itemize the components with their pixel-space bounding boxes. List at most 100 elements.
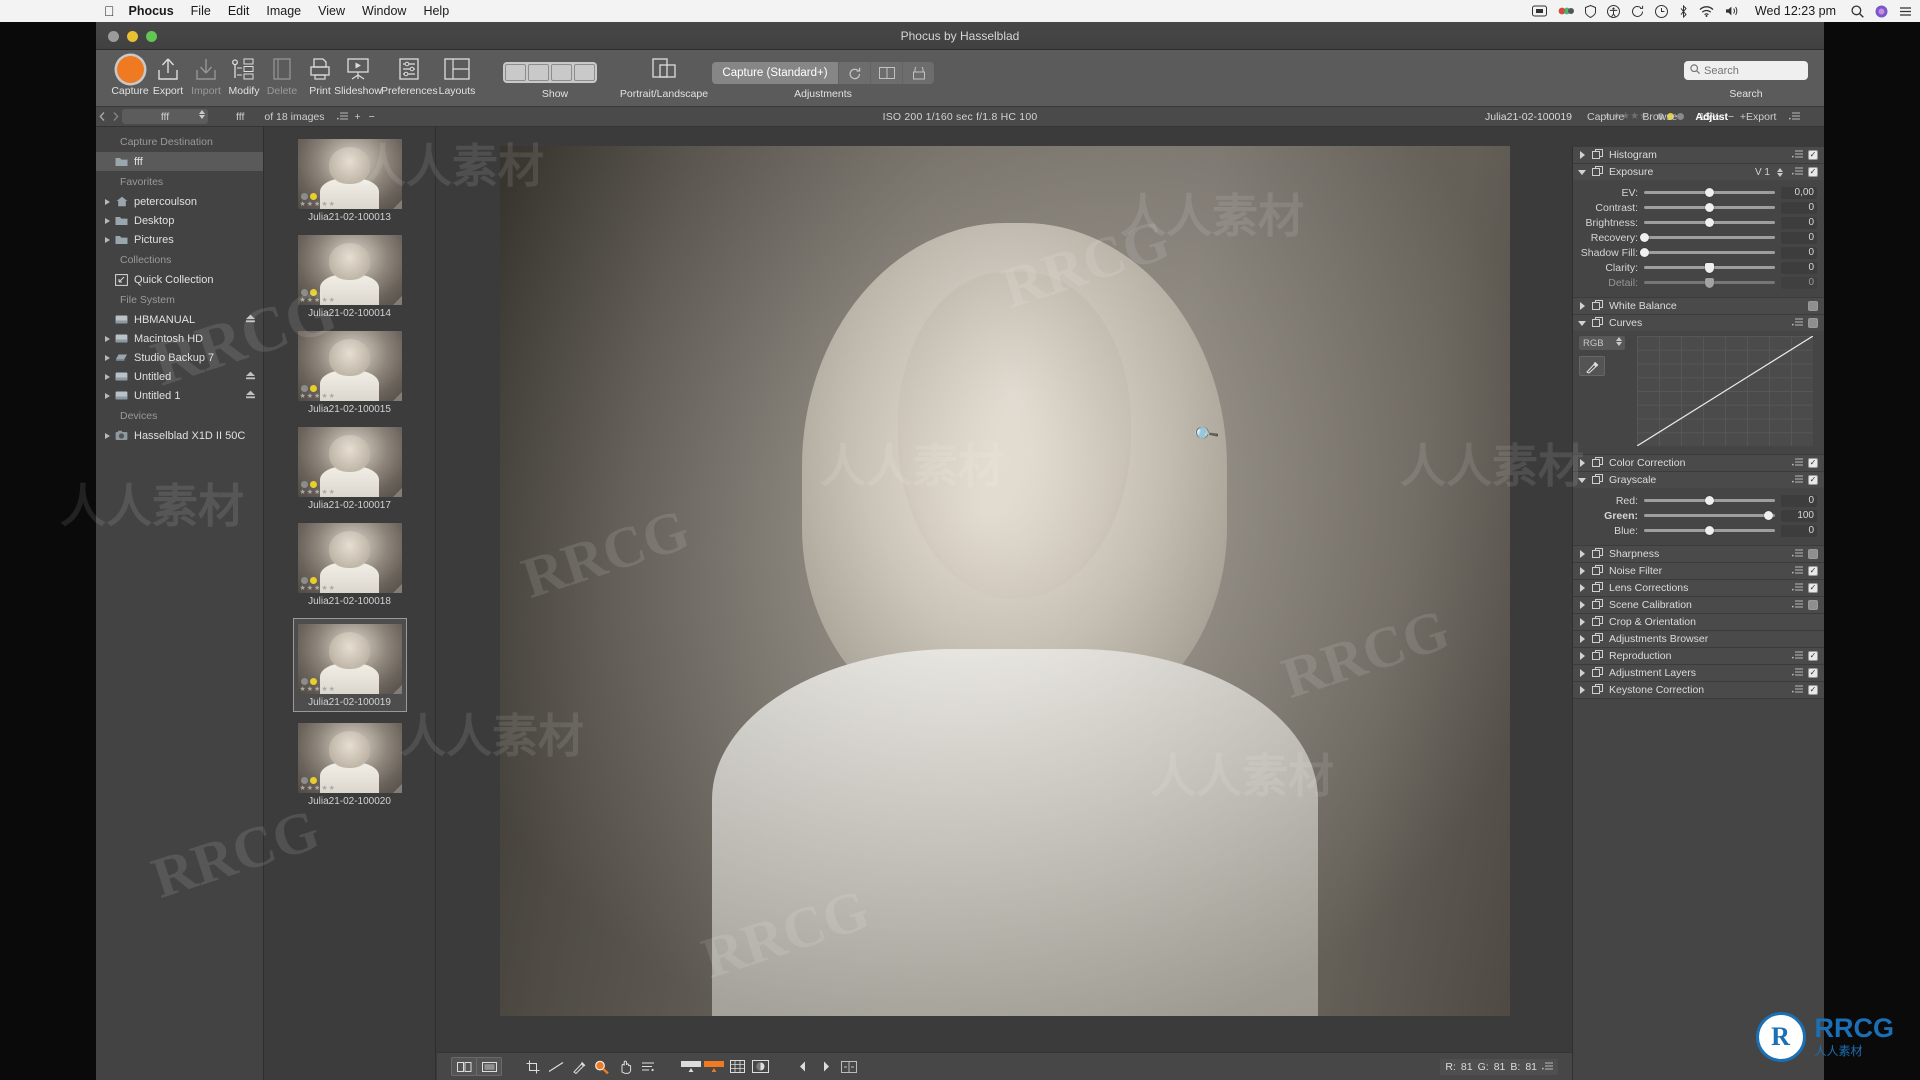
tool-header[interactable]: Histogram✓ — [1573, 147, 1824, 163]
siri-icon[interactable] — [1875, 5, 1888, 18]
disclosure-triangle-icon[interactable] — [1577, 459, 1587, 467]
tool-header[interactable]: Grayscale✓ — [1573, 472, 1824, 488]
readout-menu-icon[interactable] — [1542, 1061, 1553, 1073]
slider-value[interactable]: 0 — [1781, 495, 1817, 507]
sidebar-item-pictures[interactable]: Pictures — [96, 230, 263, 249]
disclosure-triangle-icon[interactable] — [102, 336, 113, 342]
tool-menu-icon[interactable] — [1792, 166, 1803, 178]
slider-row[interactable]: Contrast:0 — [1580, 200, 1817, 215]
nav-back-icon[interactable] — [96, 110, 109, 124]
tool-enable-checkbox[interactable]: ✓ — [1808, 167, 1818, 177]
slider-knob[interactable] — [1640, 233, 1649, 242]
thumb-size-increase[interactable]: + — [355, 111, 361, 123]
accessibility-icon[interactable] — [1607, 5, 1620, 18]
menu-item-help[interactable]: Help — [423, 4, 449, 18]
sidebar-item-studio-backup-7[interactable]: Studio Backup 7 — [96, 348, 263, 367]
tool-enable-checkbox[interactable]: ✓ — [1808, 668, 1818, 678]
slider-track[interactable] — [1644, 187, 1775, 198]
disclosure-triangle-icon[interactable] — [1577, 478, 1587, 483]
thumbnail-image[interactable]: ★★★★★ — [298, 723, 402, 793]
disclosure-triangle-icon[interactable] — [1577, 584, 1587, 592]
time-machine-icon[interactable] — [1655, 5, 1668, 18]
slider-value[interactable]: 0,00 — [1781, 187, 1817, 199]
slider-knob[interactable] — [1705, 263, 1714, 273]
show-segmented-control[interactable] — [503, 62, 597, 83]
toolbar-orientation[interactable] — [636, 54, 692, 84]
tool-menu-icon[interactable] — [1792, 474, 1803, 486]
disclosure-triangle-icon[interactable] — [1577, 652, 1587, 660]
show-seg-4[interactable] — [574, 64, 595, 81]
thumbnail-item[interactable]: ★★★★★Julia21-02-100019 — [294, 619, 406, 711]
tab-browse[interactable]: Browse — [1633, 111, 1686, 123]
orange-strip-icon[interactable] — [702, 1057, 726, 1076]
thumb-size-decrease[interactable]: − — [369, 111, 375, 123]
disclosure-triangle-icon[interactable] — [102, 237, 113, 243]
thumbnail-item[interactable]: ★★★★★Julia21-02-100018 — [298, 523, 402, 607]
disclosure-triangle-icon[interactable] — [102, 433, 113, 439]
sidebar-item-untitled-1[interactable]: Untitled 1 — [96, 386, 263, 405]
tool-header[interactable]: Adjustments Browser — [1573, 631, 1824, 647]
slider-track[interactable] — [1644, 262, 1775, 273]
disclosure-triangle-icon[interactable] — [102, 218, 113, 224]
toolbar-search[interactable] — [1684, 61, 1808, 80]
slider-row[interactable]: EV:0,00 — [1580, 185, 1817, 200]
slider-knob[interactable] — [1640, 248, 1649, 257]
slider-value[interactable]: 0 — [1781, 525, 1817, 537]
thumbnail-image[interactable]: ★★★★★ — [298, 331, 402, 401]
tool-enable-checkbox[interactable]: ✓ — [1808, 475, 1818, 485]
sidebar-item-hbmanual[interactable]: HBMANUAL — [96, 310, 263, 329]
sidebar-item-desktop[interactable]: Desktop — [96, 211, 263, 230]
sidebar-item-hasselblad-x1d-ii-50c[interactable]: Hasselblad X1D II 50C — [96, 426, 263, 445]
thumbnail-item[interactable]: ★★★★★Julia21-02-100015 — [298, 331, 402, 415]
eject-icon[interactable] — [245, 390, 256, 402]
eyedropper-icon[interactable] — [1579, 356, 1605, 376]
next-image-icon[interactable] — [814, 1057, 838, 1076]
menu-item-window[interactable]: Window — [362, 4, 406, 18]
thumbnail-image[interactable]: ★★★★★ — [298, 427, 402, 497]
slider-knob[interactable] — [1764, 511, 1773, 520]
tool-header[interactable]: Crop & Orientation — [1573, 614, 1824, 630]
single-view-icon[interactable] — [476, 1057, 502, 1076]
thumbnail-item[interactable]: ★★★★★Julia21-02-100017 — [298, 427, 402, 511]
slider-value[interactable]: 0 — [1781, 217, 1817, 229]
menu-item-edit[interactable]: Edit — [228, 4, 250, 18]
disclosure-triangle-icon[interactable] — [1577, 170, 1587, 175]
slider-row[interactable]: Shadow Fill:0 — [1580, 245, 1817, 260]
crop-tool-icon[interactable] — [521, 1057, 545, 1076]
spotlight-icon[interactable] — [1851, 5, 1864, 18]
tool-header[interactable]: Sharpness — [1573, 546, 1824, 562]
menu-item-view[interactable]: View — [318, 4, 345, 18]
tool-enable-checkbox[interactable]: ✓ — [1808, 651, 1818, 661]
color-dots-icon[interactable] — [1558, 6, 1574, 16]
tool-version[interactable]: V 1 — [1755, 167, 1770, 178]
left-sidebar[interactable]: Capture DestinationfffFavoritespetercoul… — [96, 127, 264, 1080]
tool-header[interactable]: White Balance — [1573, 298, 1824, 314]
menu-item-image[interactable]: Image — [266, 4, 301, 18]
prev-image-icon[interactable] — [791, 1057, 815, 1076]
slider-value[interactable]: 0 — [1781, 232, 1817, 244]
eject-icon[interactable] — [245, 371, 256, 383]
slider-knob[interactable] — [1705, 203, 1714, 212]
disclosure-triangle-icon[interactable] — [102, 355, 113, 361]
preset-name[interactable]: Capture (Standard+) — [712, 62, 838, 84]
image-viewer[interactable]: 🔍 — [437, 127, 1572, 1052]
compare-images-icon[interactable] — [837, 1057, 861, 1076]
slider-knob[interactable] — [1705, 526, 1714, 535]
tool-header[interactable]: Scene Calibration — [1573, 597, 1824, 613]
tab-export[interactable]: Export — [1737, 111, 1785, 123]
slider-track[interactable] — [1644, 277, 1775, 288]
slider-row[interactable]: Red:0 — [1580, 493, 1817, 508]
preview-image[interactable]: 🔍 — [500, 146, 1510, 1016]
browser-menu-icon[interactable] — [337, 111, 348, 123]
show-seg-1[interactable] — [505, 64, 526, 81]
disclosure-triangle-icon[interactable] — [1577, 635, 1587, 643]
picker-tool-icon[interactable] — [567, 1057, 591, 1076]
disclosure-triangle-icon[interactable] — [1577, 321, 1587, 326]
tool-enable-checkbox[interactable] — [1808, 301, 1818, 311]
mask-overlay-icon[interactable] — [748, 1057, 772, 1076]
disclosure-triangle-icon[interactable] — [102, 374, 113, 380]
tool-enable-checkbox[interactable]: ✓ — [1808, 566, 1818, 576]
slider-row[interactable]: Recovery:0 — [1580, 230, 1817, 245]
tool-menu-icon[interactable] — [1792, 149, 1803, 161]
tool-header[interactable]: Adjustment Layers✓ — [1573, 665, 1824, 681]
